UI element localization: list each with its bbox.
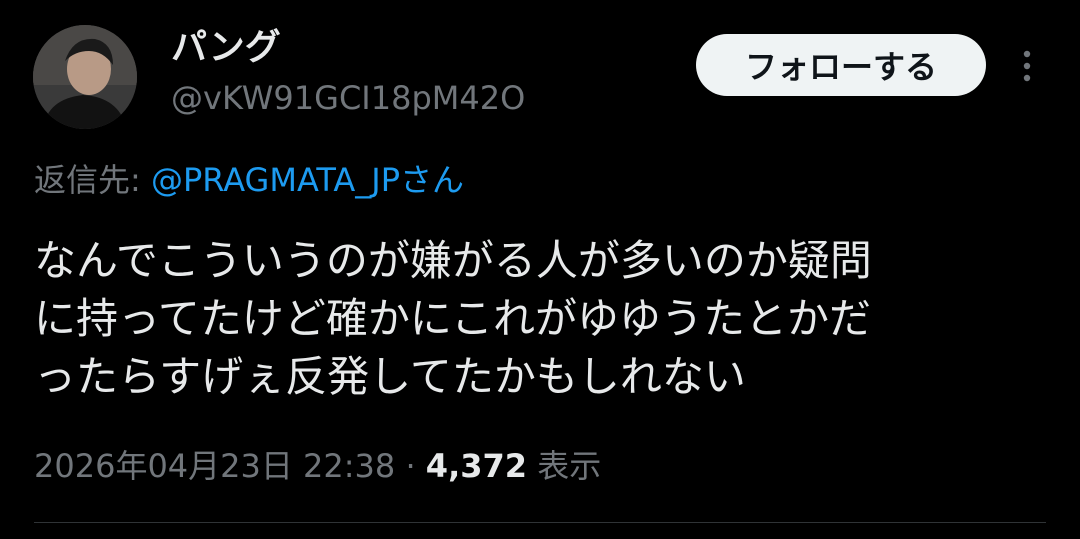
timestamp[interactable]: 2026年04月23日 22:38 [34, 447, 395, 485]
follow-button[interactable]: フォローする [696, 34, 986, 96]
avatar[interactable] [33, 25, 137, 129]
reply-mention-link[interactable]: @PRAGMATA_JPさん [151, 161, 464, 199]
tweet-text-line: ったらすげぇ反発してたかもしれない [34, 352, 746, 401]
tweet-text-line: なんでこういうのが嫌がる人が多いのか疑問 [34, 236, 872, 285]
reply-to-line: 返信先: @PRAGMATA_JPさん [34, 158, 464, 202]
display-name[interactable]: パング [171, 26, 525, 70]
tweet-meta: 2026年04月23日 22:38 · 4,372 表示 [34, 444, 601, 488]
divider [34, 522, 1046, 523]
views-label: 表示 [527, 447, 602, 485]
tweet-text-line: に持ってたけど確かにこれがゆゆうたとかだ [34, 294, 872, 343]
more-vertical-icon[interactable] [1012, 44, 1042, 88]
avatar-photo [33, 25, 137, 129]
user-handle[interactable]: @vKW91GCI18pM42O [171, 76, 525, 120]
views-count[interactable]: 4,372 [426, 447, 527, 485]
meta-separator: · [395, 447, 426, 485]
reply-prefix: 返信先: [34, 161, 151, 199]
tweet-text: なんでこういうのが嫌がる人が多いのか疑問 に持ってたけど確かにこれがゆゆうたとか… [34, 232, 1044, 406]
tweet: パング @vKW91GCI18pM42O フォローする 返信先: @PRAGMA… [0, 0, 1080, 539]
author-info: パング @vKW91GCI18pM42O [171, 26, 525, 120]
